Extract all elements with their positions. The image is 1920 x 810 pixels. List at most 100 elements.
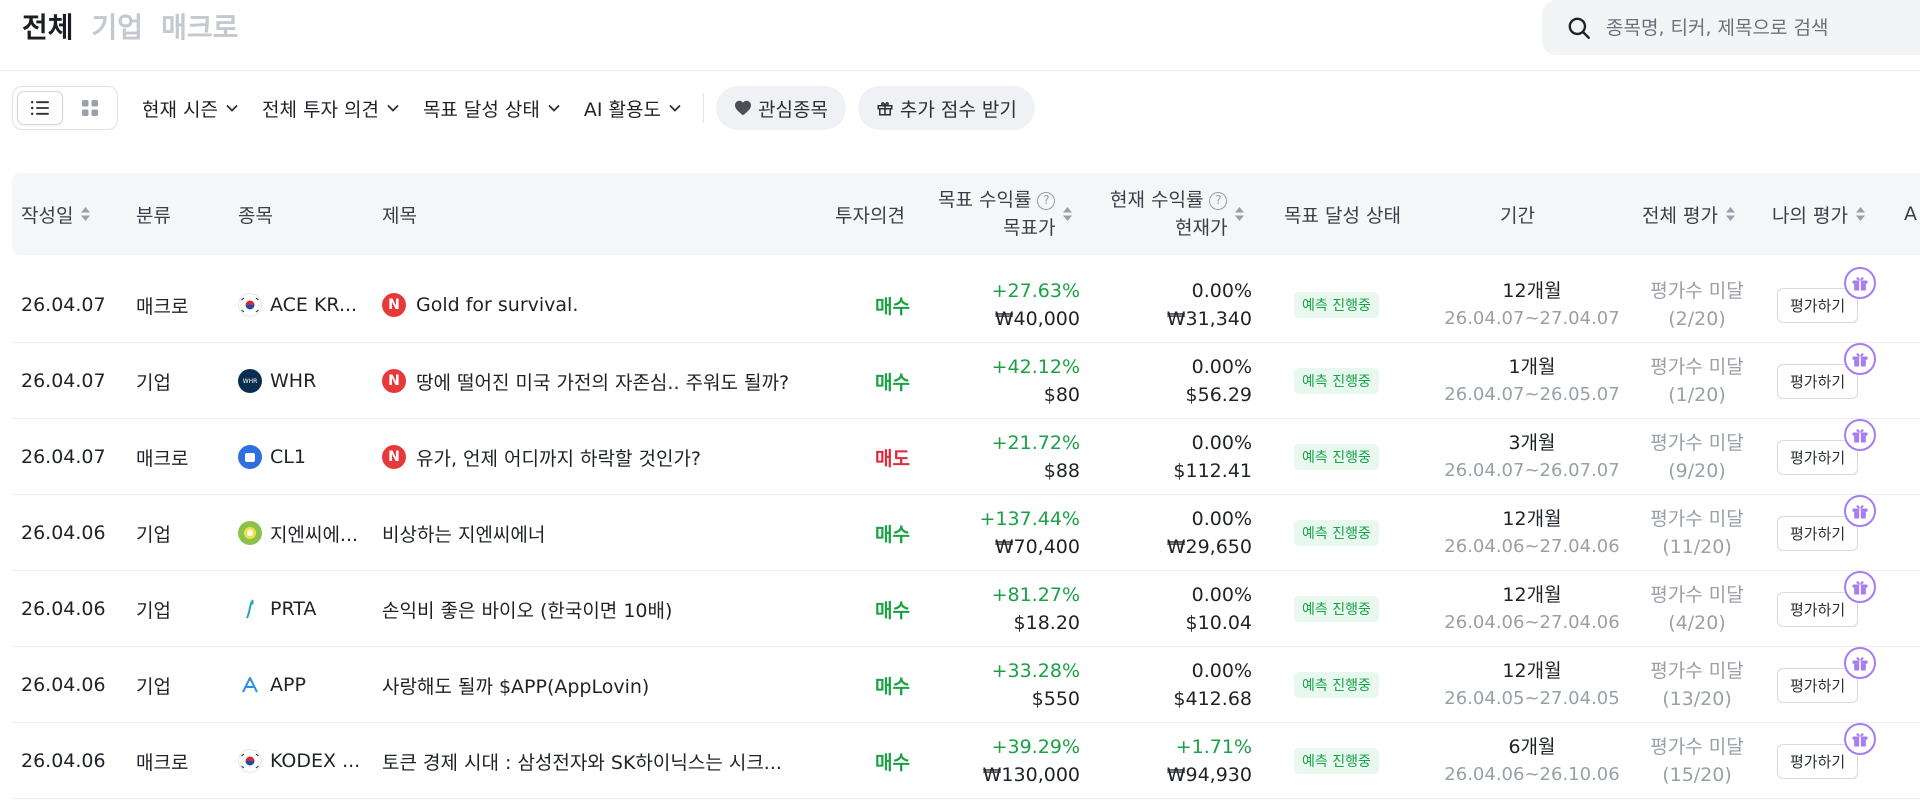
table-row[interactable]: 26.04.06 기업 PRTA 손익비 좋은 바이오 (한국이면 10배) 매… bbox=[12, 571, 1920, 647]
table-row[interactable]: 26.04.06 매크로 KODEX ... 토큰 경제 시대 : 삼성전자와 … bbox=[12, 723, 1920, 799]
sort-icon bbox=[1235, 207, 1245, 221]
row-period-range: 26.04.06~27.04.06 bbox=[1444, 612, 1620, 633]
row-stock-name: APP bbox=[270, 674, 306, 696]
column-my-rating[interactable]: 나의 평가 bbox=[1772, 173, 1865, 255]
row-current: 0.00% ₩29,650 bbox=[1102, 495, 1252, 571]
row-target-return: +27.63% bbox=[991, 280, 1080, 302]
row-title[interactable]: 비상하는 지엔씨에너 bbox=[382, 495, 545, 571]
grid-view-button[interactable] bbox=[67, 91, 113, 125]
table-row[interactable]: 26.04.07 매크로 CL1 N 유가, 언제 어디까지 하락할 것인가? … bbox=[12, 419, 1920, 495]
gift-icon[interactable] bbox=[1844, 647, 1876, 679]
row-title[interactable]: N 유가, 언제 어디까지 하락할 것인가? bbox=[382, 419, 701, 495]
rate-button[interactable]: 평가하기 bbox=[1777, 591, 1859, 627]
status-badge: 예측 진행중 bbox=[1294, 292, 1379, 318]
rate-button[interactable]: 평가하기 bbox=[1777, 287, 1859, 323]
row-stock[interactable]: KODEX ... bbox=[238, 723, 360, 799]
row-target-return: +81.27% bbox=[991, 584, 1080, 606]
tab-company[interactable]: 기업 bbox=[92, 8, 144, 48]
table-row[interactable]: 26.04.06 기업 지엔씨에... 비상하는 지엔씨에너 매수 +137.4… bbox=[12, 495, 1920, 571]
row-overall-count: (9/20) bbox=[1668, 460, 1726, 482]
row-stock[interactable]: ACE KR... bbox=[238, 267, 357, 343]
column-target-return-label: 목표 수익률 bbox=[938, 189, 1032, 211]
row-stock-name: 지엔씨에... bbox=[270, 523, 359, 546]
help-icon[interactable]: ? bbox=[1209, 191, 1228, 210]
row-target-return: +42.12% bbox=[991, 356, 1080, 378]
row-overall-stack: 평가수 미달 (2/20) bbox=[1650, 277, 1743, 333]
search-icon bbox=[1568, 17, 1590, 39]
gift-icon[interactable] bbox=[1844, 267, 1876, 299]
table-row[interactable]: 26.04.07 기업 WHR WHR N 땅에 떨어진 미국 가전의 자존심.… bbox=[12, 343, 1920, 419]
app-logo-icon bbox=[238, 673, 262, 697]
row-title[interactable]: 토큰 경제 시대 : 삼성전자와 SK하이닉스는 시크... bbox=[382, 723, 782, 799]
heart-icon bbox=[735, 100, 751, 116]
row-current-stack: 0.00% ₩31,340 bbox=[1167, 277, 1252, 333]
row-stock[interactable]: CL1 bbox=[238, 419, 306, 495]
row-target-return: +21.72% bbox=[991, 432, 1080, 454]
bonus-points-button[interactable]: 추가 점수 받기 bbox=[857, 86, 1035, 130]
row-stock[interactable]: PRTA bbox=[238, 571, 316, 647]
row-target-stack: +81.27% $18.20 bbox=[992, 581, 1080, 637]
list-view-button[interactable] bbox=[17, 91, 64, 125]
row-current-stack: 0.00% $112.41 bbox=[1173, 429, 1252, 485]
row-stock[interactable]: APP bbox=[238, 647, 306, 723]
column-overall-rating[interactable]: 전체 평가 bbox=[1642, 173, 1735, 255]
row-period-range: 26.04.05~27.04.05 bbox=[1444, 688, 1620, 709]
table-row[interactable]: 26.04.07 매크로 ACE KR... N Gold for surviv… bbox=[12, 267, 1920, 343]
gift-icon[interactable] bbox=[1844, 495, 1876, 527]
column-opinion: 투자의견 bbox=[835, 173, 905, 255]
row-stock[interactable]: WHR WHR bbox=[238, 343, 316, 419]
row-current-stack: +1.71% ₩94,930 bbox=[1167, 733, 1252, 789]
row-status: 예측 진행중 bbox=[1294, 267, 1379, 343]
row-current-stack: 0.00% $56.29 bbox=[1186, 353, 1252, 409]
row-period: 12개월 26.04.06~27.04.06 bbox=[1432, 571, 1632, 647]
column-current-price-label: 현재가 bbox=[1175, 217, 1228, 239]
gift-icon[interactable] bbox=[1844, 343, 1876, 375]
ai-usage-dropdown[interactable]: AI 활용도 bbox=[584, 95, 681, 122]
gift-icon[interactable] bbox=[1844, 571, 1876, 603]
cl1-logo-icon bbox=[238, 445, 262, 469]
row-title[interactable]: N Gold for survival. bbox=[382, 267, 578, 343]
goal-status-dropdown[interactable]: 목표 달성 상태 bbox=[423, 95, 560, 122]
column-target[interactable]: 목표 수익률? 목표가 bbox=[938, 173, 1073, 255]
rate-button[interactable]: 평가하기 bbox=[1777, 743, 1859, 779]
row-title[interactable]: 손익비 좋은 바이오 (한국이면 10배) bbox=[382, 571, 672, 647]
status-badge: 예측 진행중 bbox=[1294, 520, 1379, 546]
opinion-dropdown[interactable]: 전체 투자 의견 bbox=[262, 95, 399, 122]
help-icon[interactable]: ? bbox=[1037, 191, 1056, 210]
row-stock-name: KODEX ... bbox=[270, 750, 361, 772]
row-current-return: 0.00% bbox=[1191, 280, 1252, 302]
row-opinion: 매수 bbox=[875, 751, 910, 774]
rate-button[interactable]: 평가하기 bbox=[1777, 363, 1859, 399]
column-title: 제목 bbox=[382, 173, 417, 255]
whr-logo-icon: WHR bbox=[238, 369, 262, 393]
table-row[interactable]: 26.04.06 기업 APP 사랑해도 될까 $APP(AppLovin) 매… bbox=[12, 647, 1920, 723]
row-period-stack: 12개월 26.04.06~27.04.06 bbox=[1444, 581, 1619, 637]
rate-button[interactable]: 평가하기 bbox=[1777, 667, 1859, 703]
row-title[interactable]: 사랑해도 될까 $APP(AppLovin) bbox=[382, 647, 649, 723]
gift-icon[interactable] bbox=[1844, 419, 1876, 451]
column-current-return-label: 현재 수익률 bbox=[1110, 189, 1204, 211]
row-period-length: 1개월 bbox=[1508, 356, 1556, 378]
row-category: 기업 bbox=[136, 675, 171, 698]
search-box[interactable] bbox=[1542, 0, 1920, 55]
tab-macro[interactable]: 매크로 bbox=[161, 8, 238, 48]
chevron-down-icon bbox=[548, 104, 560, 112]
column-current[interactable]: 현재 수익률? 현재가 bbox=[1110, 173, 1245, 255]
season-dropdown[interactable]: 현재 시즌 bbox=[142, 95, 238, 122]
rate-button[interactable]: 평가하기 bbox=[1777, 515, 1859, 551]
row-overall-rating: 평가수 미달 (2/20) bbox=[1632, 267, 1762, 343]
status-badge: 예측 진행중 bbox=[1294, 596, 1379, 622]
tab-all[interactable]: 전체 bbox=[22, 8, 74, 48]
new-badge: N bbox=[382, 445, 406, 469]
row-current-stack: 0.00% $10.04 bbox=[1186, 581, 1252, 637]
rate-button[interactable]: 평가하기 bbox=[1777, 439, 1859, 475]
column-date[interactable]: 작성일 bbox=[21, 173, 91, 255]
watchlist-button[interactable]: 관심종목 bbox=[716, 86, 846, 130]
gift-icon[interactable] bbox=[1844, 723, 1876, 755]
row-title[interactable]: N 땅에 떨어진 미국 가전의 자존심.. 주워도 될까? bbox=[382, 343, 789, 419]
posts-table: 작성일 분류 종목 제목 투자의견 목표 수익률? 목표가 현재 수익률? 현재… bbox=[12, 173, 1920, 799]
search-input[interactable] bbox=[1606, 16, 1906, 39]
row-stock[interactable]: 지엔씨에... bbox=[238, 495, 358, 571]
row-target-stack: +39.29% ₩130,000 bbox=[983, 733, 1080, 789]
row-target-price: ₩40,000 bbox=[994, 308, 1080, 330]
